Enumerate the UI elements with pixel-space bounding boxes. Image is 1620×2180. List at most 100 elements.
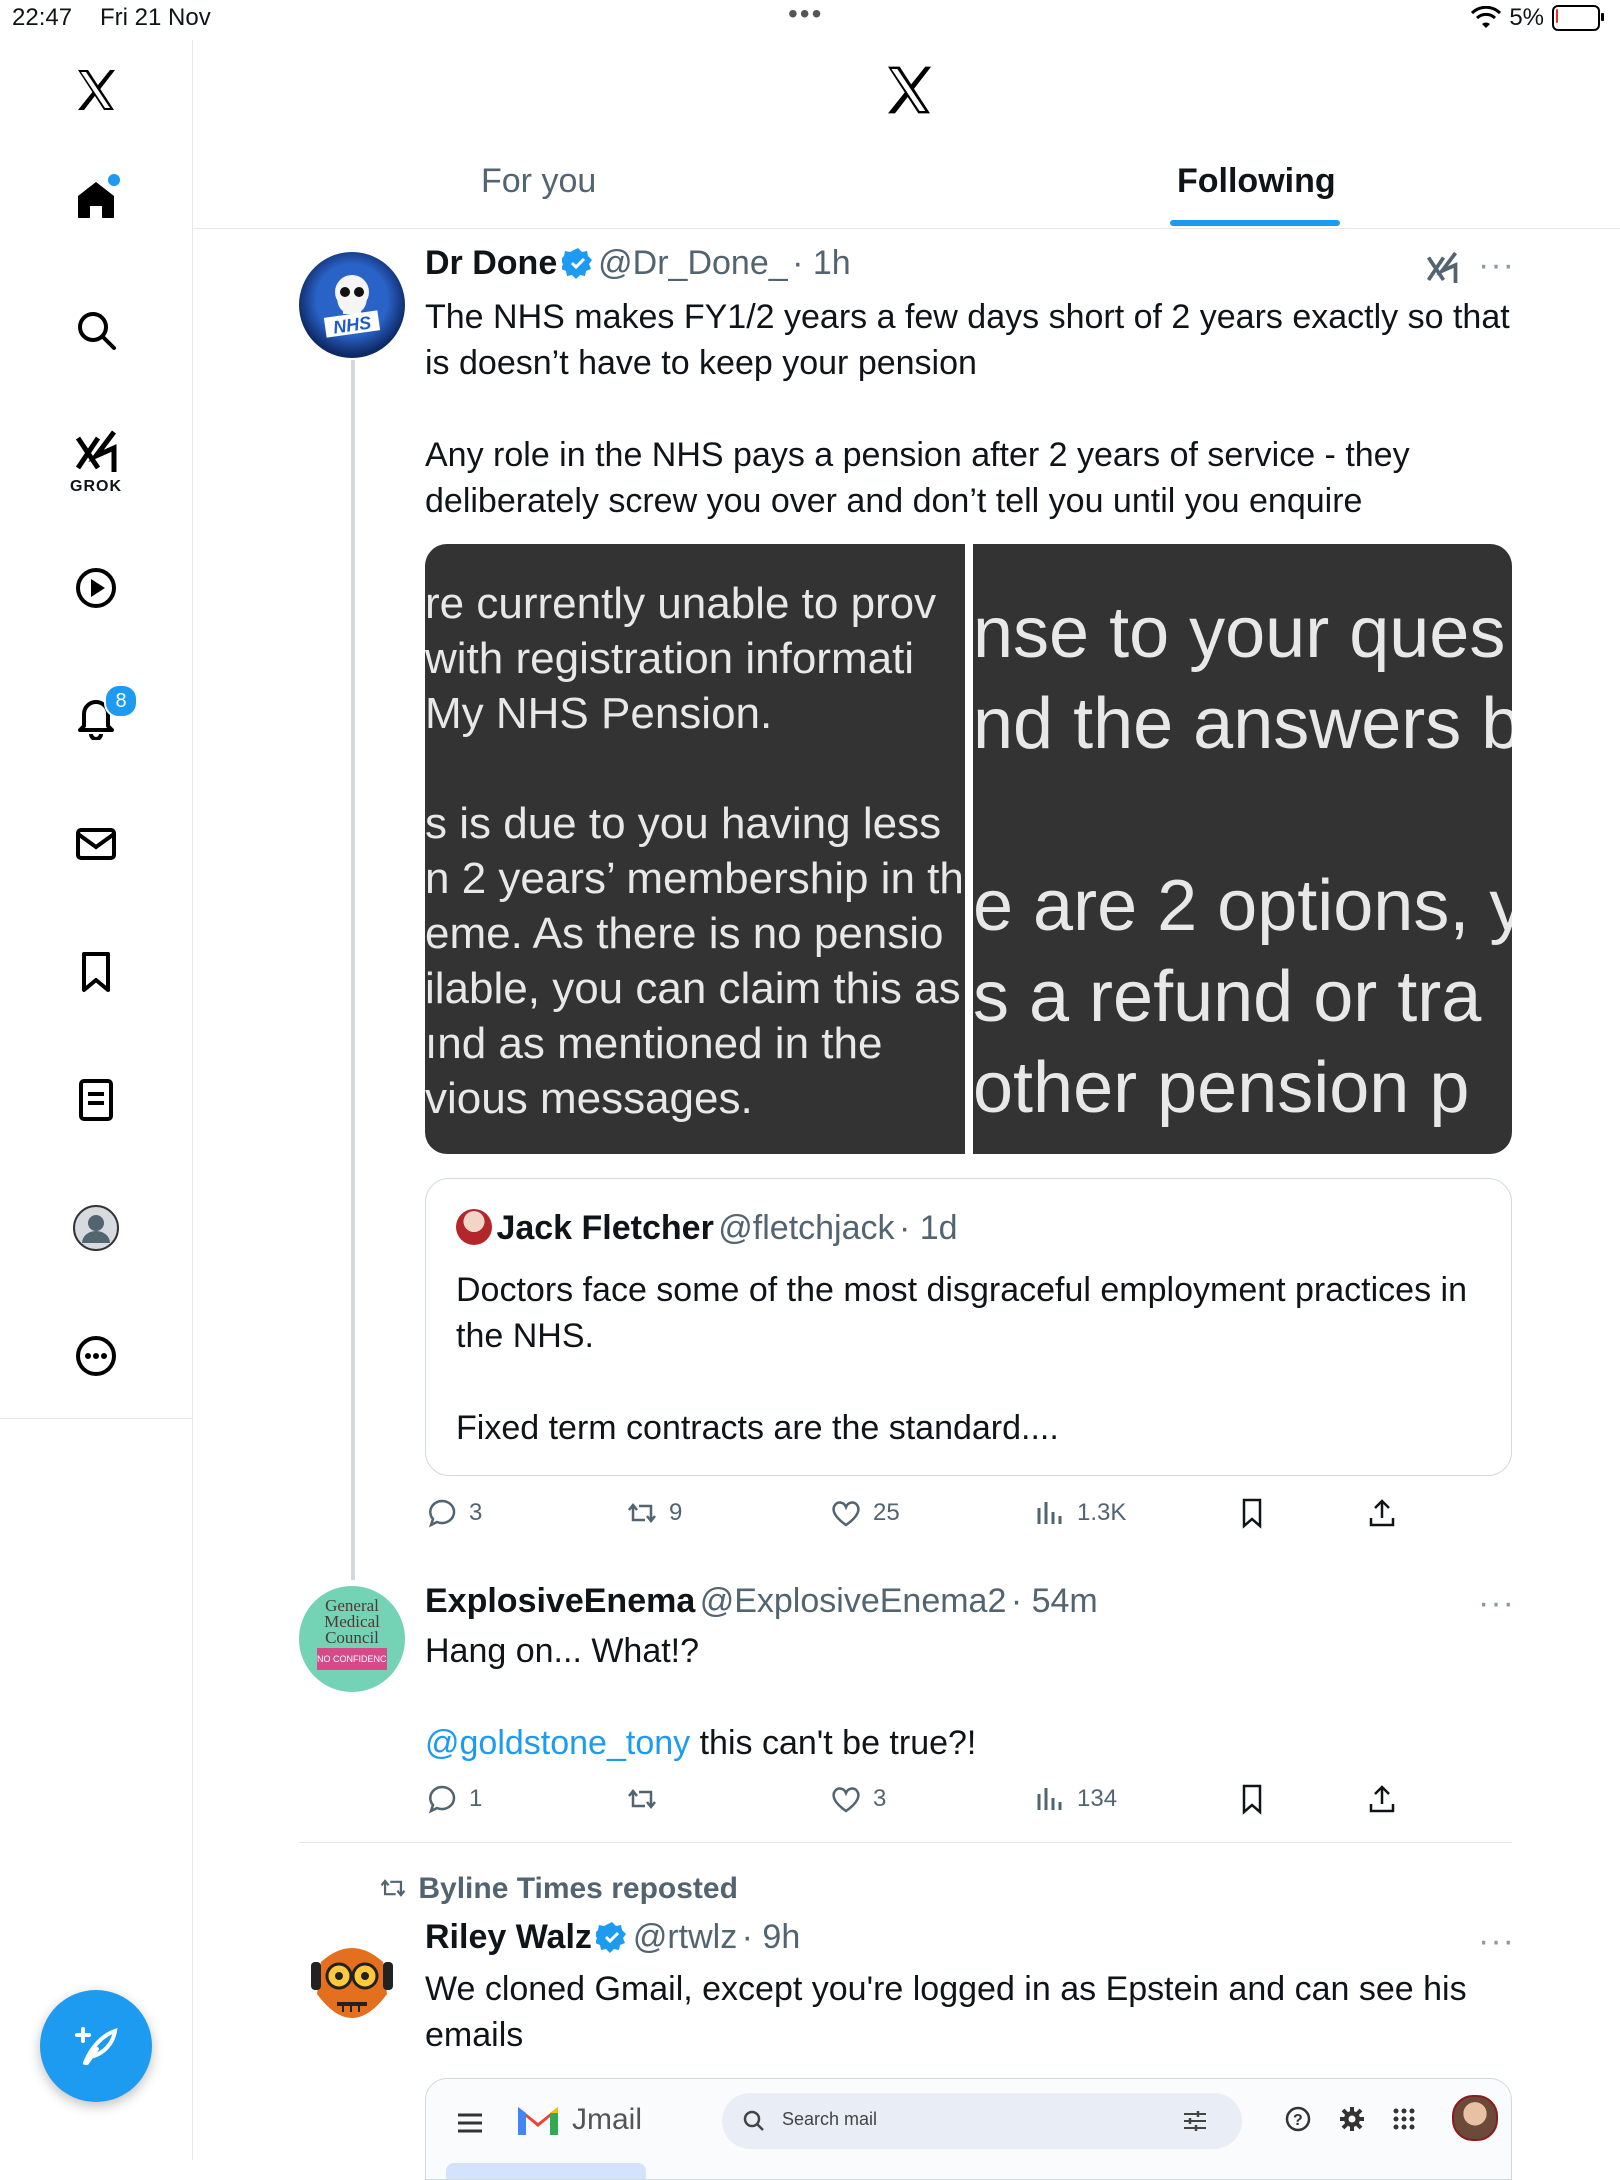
x-logo-icon[interactable] (64, 58, 128, 122)
heart-icon (832, 1501, 860, 1527)
x-logo-icon[interactable] (881, 62, 937, 118)
image-text-line: ilable, you can claim this as (425, 964, 961, 1013)
avatar[interactable]: General Medical Council NO CONFIDENCE (299, 1586, 405, 1692)
sidebar-item-video[interactable] (64, 556, 128, 620)
more-options-icon[interactable]: ··· (1478, 1584, 1515, 1623)
tweet-header: Dr Done @Dr_Done_ · 1h (425, 244, 851, 283)
verified-badge-icon (561, 248, 592, 279)
post-time[interactable]: · 1h (792, 244, 851, 282)
author-handle[interactable]: @Dr_Done_ (598, 244, 788, 282)
post-image-right[interactable]: nse to your ques nd the answers b e are 2… (973, 544, 1512, 1154)
grok-icon (75, 430, 117, 472)
sidebar-item-messages[interactable] (64, 812, 128, 876)
tab-following[interactable]: Following (1177, 162, 1336, 201)
repost-icon (628, 1788, 656, 1810)
mention-link[interactable]: @goldstone_tony (425, 1724, 690, 1762)
more-options-icon[interactable]: ··· (1478, 246, 1515, 285)
bookmark-button[interactable] (1235, 1782, 1269, 1816)
battery-icon (1552, 5, 1604, 31)
sidebar-item-bookmarks[interactable] (64, 940, 128, 1004)
like-button[interactable]: 25 (829, 1496, 900, 1530)
post-actions: 1 3 134 (425, 1782, 1525, 1822)
jmail-search-bar: Search mail (722, 2093, 1242, 2149)
skull-icon: NHS (323, 275, 381, 338)
sidebar-item-more[interactable] (64, 1324, 128, 1388)
reply-icon (428, 1499, 456, 1528)
more-options-icon[interactable]: ··· (1478, 1922, 1515, 1961)
repost-context[interactable]: Byline Times reposted (376, 1872, 738, 1906)
like-count: 25 (873, 1499, 900, 1526)
image-text-line: ınd as mentioned in the (425, 1019, 883, 1068)
like-count: 3 (873, 1785, 887, 1812)
jmail-app-name: Jmail (572, 2103, 643, 2136)
svg-text:?: ? (1293, 2112, 1303, 2129)
grok-label: GROK (70, 478, 122, 495)
post-image-left[interactable]: re currently unable to prov with registr… (425, 544, 965, 1154)
svg-text:NHS: NHS (332, 312, 372, 337)
repost-button[interactable] (625, 1782, 669, 1816)
tweet-text-line: Any role in the NHS pays a pension after… (425, 436, 1410, 474)
post-actions: 3 9 25 1.3K (425, 1496, 1525, 1536)
views-count: 1.3K (1077, 1499, 1127, 1526)
compose-area (446, 2163, 646, 2179)
multitasking-dots-icon[interactable]: ••• (788, 0, 823, 30)
image-text-line: s is due to you having less (425, 799, 942, 848)
mail-icon (76, 828, 116, 860)
reply-count: 3 (469, 1499, 483, 1526)
filter-icon (1184, 2111, 1206, 2131)
share-button[interactable] (1365, 1496, 1399, 1530)
tweet-text-line: The NHS makes FY1/2 years a few days sho… (425, 298, 1510, 336)
tweet-text-line: emails (425, 2016, 524, 2054)
tweet-text-line: We cloned Gmail, except you're logged in… (425, 1970, 1467, 2008)
tweet-text: The NHS makes FY1/2 years a few days sho… (425, 294, 1510, 524)
status-right: 5% (1471, 4, 1604, 32)
sidebar-item-search[interactable] (64, 298, 128, 362)
tweet-header: ExplosiveEnema @ExplosiveEnema2 · 54m (425, 1582, 1098, 1621)
author-handle[interactable]: @ExplosiveEnema2 (700, 1582, 1007, 1620)
avatar-stamp: NO CONFIDENCE (317, 1648, 387, 1670)
quoted-avatar (456, 1209, 492, 1245)
image-text-line: nd the answers b (973, 684, 1512, 764)
compose-post-button[interactable] (40, 1990, 152, 2102)
like-button[interactable]: 3 (829, 1782, 886, 1816)
sidebar-item-grok[interactable] (64, 420, 128, 484)
bookmark-icon (82, 952, 110, 992)
profile-avatar-icon (73, 1205, 119, 1251)
quoted-author-handle: @fletchjack (718, 1209, 895, 1247)
link-preview-card[interactable]: Jmail Search mail ? (425, 2078, 1512, 2180)
jmail-logo-icon (518, 2107, 558, 2135)
image-text-line: re currently unable to prov (425, 579, 937, 628)
sidebar-item-home[interactable] (64, 168, 128, 232)
views-button[interactable]: 1.3K (1033, 1496, 1126, 1530)
author-handle[interactable]: @rtwlz (633, 1918, 737, 1956)
list-icon (79, 1079, 113, 1121)
author-name[interactable]: Dr Done (425, 244, 557, 282)
views-button[interactable]: 134 (1033, 1782, 1117, 1816)
avatar[interactable]: NHS (299, 252, 405, 358)
avatar[interactable] (299, 1922, 405, 2028)
sidebar-item-lists[interactable] (64, 1068, 128, 1132)
tab-for-you[interactable]: For you (481, 162, 596, 201)
reply-icon (428, 1785, 456, 1814)
timeline-header: For you Following (193, 40, 1620, 229)
post-time[interactable]: · 9h (742, 1918, 801, 1956)
repost-button[interactable]: 9 (625, 1496, 682, 1530)
quoted-author-name: Jack Fletcher (496, 1209, 714, 1247)
reply-button[interactable]: 3 (425, 1496, 482, 1530)
reply-button[interactable]: 1 (425, 1782, 482, 1816)
image-text-line: nse to your ques (973, 593, 1506, 673)
post-time[interactable]: · 54m (1011, 1582, 1098, 1620)
share-button[interactable] (1365, 1782, 1399, 1816)
sidebar-item-profile[interactable] (64, 1196, 128, 1260)
quoted-post-header: Jack Fletcher @fletchjack · 1d (456, 1209, 958, 1248)
sidebar-item-notifications[interactable]: 8 (64, 684, 138, 748)
repost-count: 9 (669, 1499, 683, 1526)
author-name[interactable]: ExplosiveEnema (425, 1582, 695, 1620)
bookmark-button[interactable] (1235, 1496, 1269, 1530)
grok-explain-icon[interactable] (1424, 250, 1460, 286)
author-name[interactable]: Riley Walz (425, 1918, 592, 1956)
image-text-line: with registration informati (425, 634, 915, 683)
play-circle-icon (76, 568, 116, 608)
heart-icon (832, 1787, 860, 1813)
quoted-post[interactable]: Jack Fletcher @fletchjack · 1d Doctors f… (425, 1178, 1512, 1476)
